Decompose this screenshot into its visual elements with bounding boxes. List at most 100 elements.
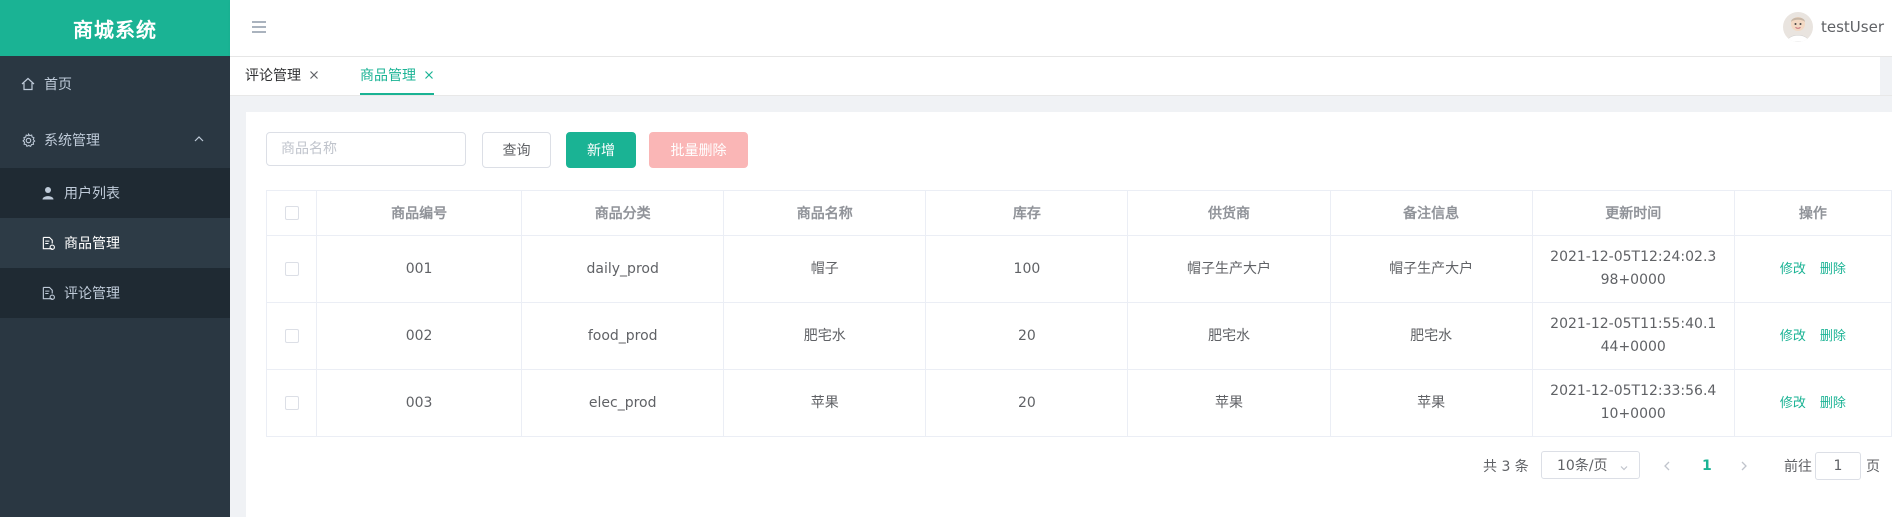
cell-category: food_prod	[521, 302, 725, 370]
sidebar-item-home[interactable]: 首页	[0, 56, 230, 112]
tab-label: 商品管理	[360, 68, 416, 84]
batch-delete-button[interactable]: 批量删除	[649, 132, 748, 168]
app-title: 商城系统	[0, 0, 230, 56]
cell-actions: 修改 删除	[1733, 302, 1892, 370]
updated-time: 2021-12-05T12:33:56.410+0000	[1550, 383, 1717, 422]
cell-category: daily_prod	[521, 235, 725, 303]
delete-link[interactable]: 删除	[1820, 262, 1846, 277]
page-size-select[interactable]: 10条/页	[1541, 451, 1640, 479]
cell-id: 001	[316, 235, 523, 303]
cell-supplier: 肥宅水	[1127, 302, 1331, 370]
chevron-up-icon	[192, 132, 208, 148]
sidebar-item-label: 商品管理	[64, 236, 120, 252]
row-checkbox[interactable]	[284, 261, 299, 276]
cell-updated: 2021-12-05T11:55:40.144+0000	[1531, 302, 1735, 370]
avatar	[1783, 12, 1813, 42]
close-icon[interactable]	[424, 70, 434, 80]
user-icon	[40, 185, 56, 201]
sidebar-item-label: 系统管理	[44, 133, 100, 149]
add-button[interactable]: 新增	[566, 132, 636, 168]
header: testUser	[230, 0, 1892, 57]
cell-name: 帽子	[723, 235, 927, 303]
document-settings-icon	[40, 285, 56, 301]
username: testUser	[1821, 18, 1884, 36]
select-all-cell	[265, 190, 318, 236]
next-page-icon[interactable]	[1739, 452, 1755, 480]
goto-suffix: 页	[1866, 459, 1880, 475]
cell-name: 肥宅水	[723, 302, 927, 370]
cell-actions: 修改 删除	[1733, 235, 1892, 303]
row-checkbox[interactable]	[284, 328, 299, 343]
table-row: 001 daily_prod 帽子 100 帽子生产大户 帽子生产大户 2021…	[265, 235, 1892, 303]
page-size-value: 10条/页	[1557, 458, 1608, 474]
page-number-current[interactable]: 1	[1702, 452, 1712, 480]
edit-link[interactable]: 修改	[1780, 396, 1806, 411]
prev-page-icon[interactable]	[1662, 452, 1678, 480]
delete-link[interactable]: 删除	[1820, 396, 1846, 411]
cell-id: 003	[316, 369, 523, 437]
goto-page-input[interactable]	[1815, 452, 1861, 480]
cell-stock: 20	[925, 302, 1129, 370]
column-header: 更新时间	[1531, 190, 1735, 236]
sidebar-item-label: 首页	[44, 77, 72, 93]
cell-name: 苹果	[723, 369, 927, 437]
sidebar-submenu: 用户列表 商品管理 评论管理	[0, 168, 230, 318]
close-icon[interactable]	[309, 70, 319, 80]
cell-supplier: 苹果	[1127, 369, 1331, 437]
column-header: 备注信息	[1329, 190, 1533, 236]
query-button[interactable]: 查询	[482, 132, 551, 168]
cell-id: 002	[316, 302, 523, 370]
cell-stock: 20	[925, 369, 1129, 437]
cell-supplier: 帽子生产大户	[1127, 235, 1331, 303]
cell-updated: 2021-12-05T12:24:02.398+0000	[1531, 235, 1735, 303]
column-header: 库存	[925, 190, 1129, 236]
pagination-total: 共 3 条	[1483, 459, 1529, 475]
product-name-search-input[interactable]	[266, 132, 466, 166]
cell-remark: 肥宅水	[1329, 302, 1533, 370]
table-row: 002 food_prod 肥宅水 20 肥宅水 肥宅水 2021-12-05T…	[265, 302, 1892, 370]
column-header: 商品编号	[316, 190, 523, 236]
document-settings-icon	[40, 235, 56, 251]
column-header: 供货商	[1127, 190, 1331, 236]
sidebar: 商城系统 首页 系统管理 用户列表 商品管理 评论管理	[0, 0, 230, 517]
sidebar-item-user-list[interactable]: 用户列表	[0, 168, 230, 218]
sidebar-item-label: 用户列表	[64, 186, 120, 202]
sidebar-item-system[interactable]: 系统管理	[0, 112, 230, 168]
tab-comment-management[interactable]: 评论管理	[245, 57, 319, 93]
product-table: 商品编号 商品分类 商品名称 库存 供货商 备注信息 更新时间 操作 001 d…	[265, 190, 1892, 437]
cell-category: elec_prod	[521, 369, 725, 437]
column-header: 商品分类	[521, 190, 725, 236]
cell-updated: 2021-12-05T12:33:56.410+0000	[1531, 369, 1735, 437]
edit-link[interactable]: 修改	[1780, 262, 1806, 277]
tab-product-management[interactable]: 商品管理	[360, 57, 434, 95]
row-select-cell	[265, 369, 318, 437]
edit-link[interactable]: 修改	[1780, 329, 1806, 344]
sidebar-item-product-management[interactable]: 商品管理	[0, 218, 230, 268]
table-header-row: 商品编号 商品分类 商品名称 库存 供货商 备注信息 更新时间 操作	[265, 190, 1892, 236]
delete-link[interactable]: 删除	[1820, 329, 1846, 344]
cell-remark: 帽子生产大户	[1329, 235, 1533, 303]
gear-icon	[20, 132, 36, 148]
cell-stock: 100	[925, 235, 1129, 303]
cell-remark: 苹果	[1329, 369, 1533, 437]
tab-bar: 评论管理 商品管理	[230, 57, 1892, 96]
tab-bar-edge	[1880, 57, 1892, 95]
sidebar-item-comment-management[interactable]: 评论管理	[0, 268, 230, 318]
cell-actions: 修改 删除	[1733, 369, 1892, 437]
table-row: 003 elec_prod 苹果 20 苹果 苹果 2021-12-05T12:…	[265, 369, 1892, 437]
sidebar-item-label: 评论管理	[64, 286, 120, 302]
user-menu[interactable]: testUser	[1783, 12, 1884, 42]
goto-prefix: 前往	[1784, 459, 1812, 475]
column-header: 操作	[1733, 190, 1892, 236]
select-all-checkbox[interactable]	[284, 206, 299, 220]
tab-label: 评论管理	[245, 68, 301, 84]
hamburger-menu-icon[interactable]	[250, 18, 270, 38]
updated-time: 2021-12-05T12:24:02.398+0000	[1550, 249, 1717, 288]
updated-time: 2021-12-05T11:55:40.144+0000	[1550, 316, 1717, 355]
column-header: 商品名称	[723, 190, 927, 236]
row-checkbox[interactable]	[284, 395, 299, 410]
chevron-down-icon	[1619, 461, 1629, 471]
row-select-cell	[265, 302, 318, 370]
row-select-cell	[265, 235, 318, 303]
home-icon	[20, 76, 36, 92]
